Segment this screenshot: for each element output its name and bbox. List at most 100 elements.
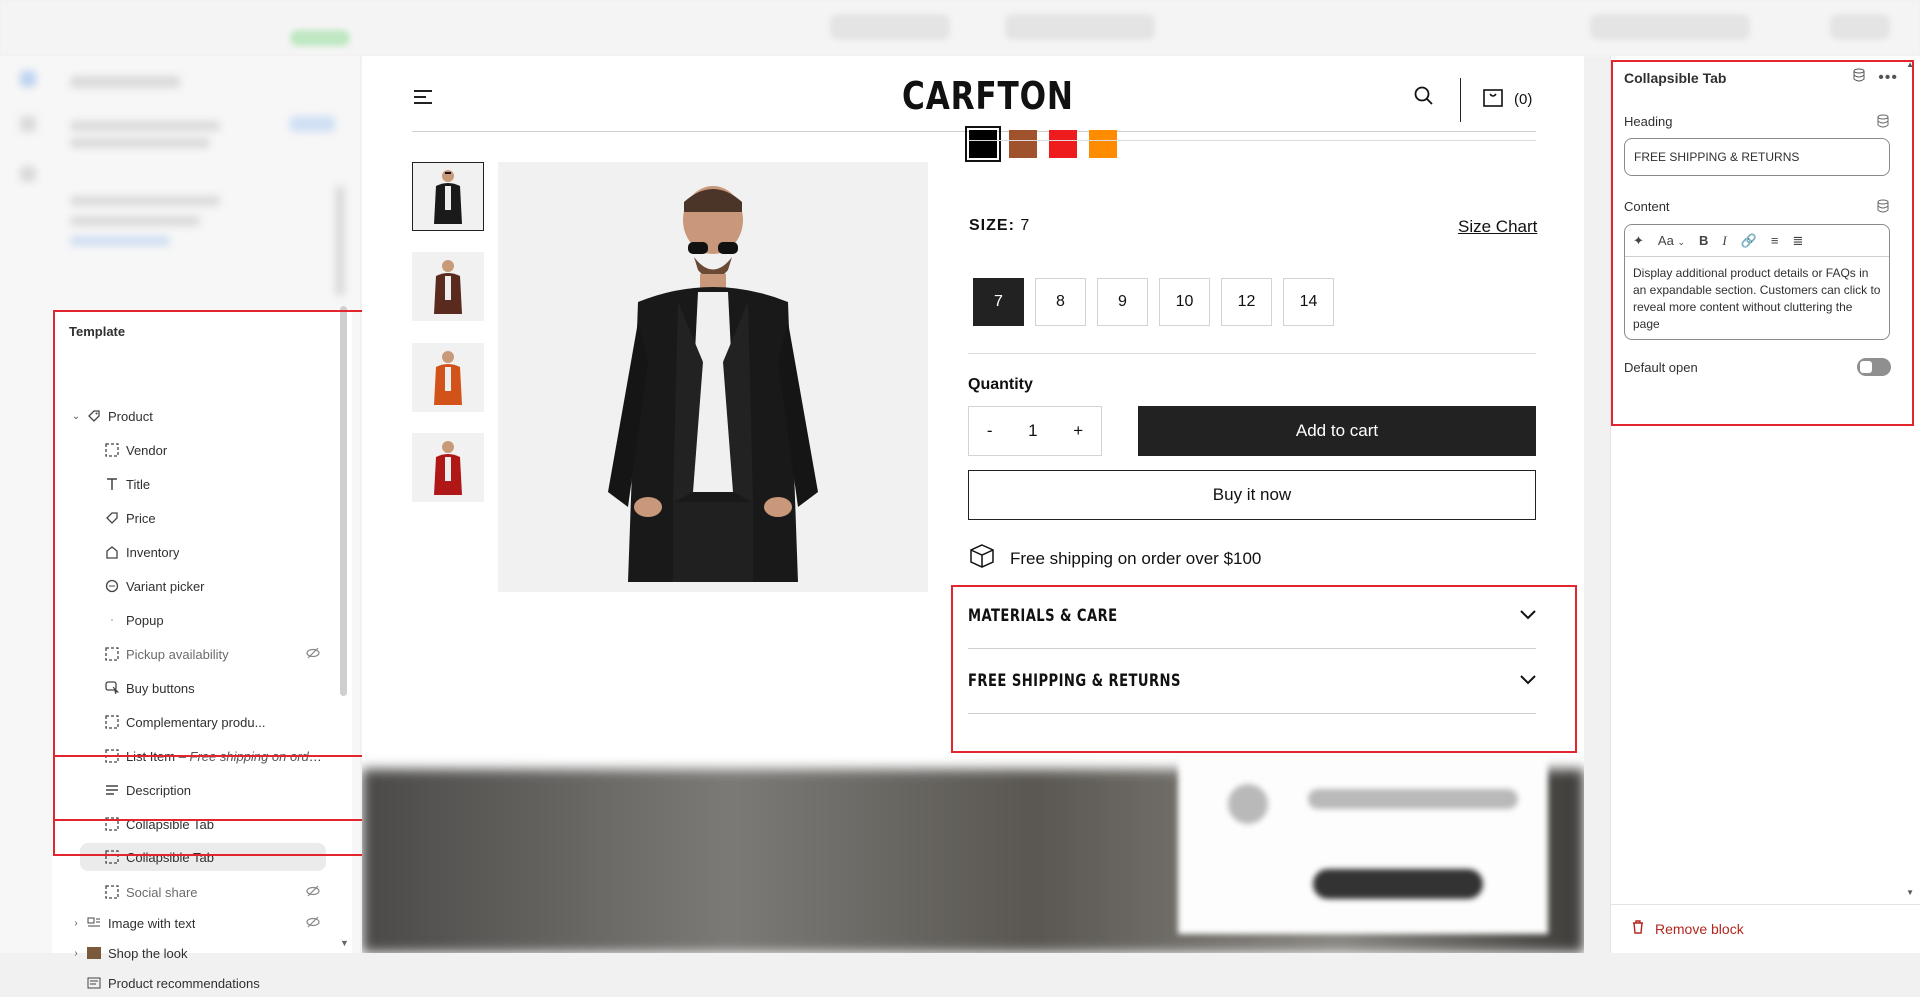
sidebar-scrollbar[interactable] <box>340 306 347 696</box>
top-pill[interactable] <box>1590 14 1750 40</box>
chevron-right-icon[interactable]: › <box>70 948 82 959</box>
tree-item-product[interactable]: ⌄ Product <box>70 402 330 430</box>
tree-item-popup[interactable]: Popup <box>104 606 320 634</box>
size-option[interactable]: 7 <box>973 278 1024 326</box>
tree-item-price[interactable]: Price <box>104 504 320 532</box>
italic-icon[interactable]: I <box>1722 233 1726 249</box>
accordion-tab[interactable]: FREE SHIPPING & RETURNS <box>968 649 1536 714</box>
tree-item-label: Title <box>126 476 151 492</box>
tree-item-variant-picker[interactable]: Variant picker <box>104 572 320 600</box>
accordion-tab[interactable]: MATERIALS & CARE <box>968 584 1536 649</box>
tree-item-label: Variant picker <box>126 578 205 594</box>
tree-item-image-with-text[interactable]: › Image with text <box>70 909 320 937</box>
tree-item-shop-the-look[interactable]: › Shop the look <box>70 939 320 967</box>
tree-item-label: List Item <box>125 748 176 764</box>
more-icon[interactable]: ••• <box>1878 69 1898 87</box>
store-header: CARFTON (0) <box>362 56 1584 132</box>
eye-hidden-icon[interactable] <box>306 915 320 932</box>
dynamic-source-icon[interactable] <box>1876 114 1890 133</box>
chevron-down-icon <box>1520 607 1536 625</box>
store-logo[interactable]: CARFTON <box>902 74 1074 118</box>
variant-icon <box>104 578 120 594</box>
accordion-title: MATERIALS & CARE <box>968 606 1118 626</box>
scroll-down-arrow[interactable]: ▼ <box>340 938 349 948</box>
link-icon[interactable]: 🔗 <box>1741 233 1757 249</box>
eye-hidden-icon[interactable] <box>306 884 320 901</box>
sparkle-icon[interactable]: ✦ <box>1633 233 1644 249</box>
block-icon <box>104 748 120 764</box>
search-icon[interactable] <box>1414 86 1434 111</box>
database-icon[interactable] <box>1852 68 1866 87</box>
product-thumbnail[interactable] <box>412 343 484 412</box>
menu-icon[interactable] <box>414 90 432 108</box>
eye-hidden-icon[interactable] <box>306 646 320 663</box>
size-option[interactable]: 9 <box>1097 278 1148 326</box>
product-thumbnail[interactable] <box>412 252 484 321</box>
scroll-down-arrow[interactable]: ▼ <box>1906 888 1914 897</box>
product-main-image[interactable] <box>498 162 928 592</box>
color-swatch-red[interactable] <box>1049 130 1077 158</box>
color-swatch-brown[interactable] <box>1009 130 1037 158</box>
divider <box>968 140 1536 141</box>
size-options: 7 8 9 10 12 14 <box>973 278 1334 326</box>
heading-input[interactable]: FREE SHIPPING & RETURNS <box>1624 138 1890 176</box>
top-bar <box>0 0 1920 56</box>
tree-item-label: Collapsible Tab <box>126 849 214 865</box>
chevron-down-icon[interactable]: ⌄ <box>70 411 82 422</box>
qty-value[interactable]: 1 <box>1028 421 1037 441</box>
tree-item-description[interactable]: Description <box>104 776 320 804</box>
tree-item-product-recommendations[interactable]: Product recommendations <box>86 969 320 997</box>
image-thumb-icon <box>86 945 102 961</box>
cart-button[interactable]: (0) <box>1482 86 1532 112</box>
content-text[interactable]: Display additional product details or FA… <box>1625 257 1889 339</box>
top-pill[interactable] <box>830 14 950 40</box>
left-sidebar: Template ⌄ Product Vendor Title Price In… <box>0 56 360 991</box>
tree-item-title[interactable]: Title <box>104 470 320 498</box>
tree-item-social-share[interactable]: Social share <box>104 878 320 906</box>
tree-item-complementary-products[interactable]: Complementary produ... <box>104 708 320 736</box>
tree-item-vendor[interactable]: Vendor <box>104 436 320 464</box>
scroll-up-arrow[interactable]: ▲ <box>1906 60 1914 69</box>
block-icon <box>104 816 120 832</box>
remove-block-button[interactable]: Remove block <box>1631 920 1744 937</box>
trash-icon <box>1631 920 1645 937</box>
chevron-right-icon[interactable]: › <box>70 918 82 929</box>
size-chart-link[interactable]: Size Chart <box>1458 217 1537 237</box>
bullet-list-icon[interactable]: ≡ <box>1771 233 1779 248</box>
tree-item-label: Pickup availability <box>126 646 229 662</box>
default-open-toggle[interactable] <box>1857 358 1891 376</box>
color-swatch-black[interactable] <box>965 126 1001 162</box>
top-pill[interactable] <box>1005 14 1155 40</box>
tree-item-pickup-availability[interactable]: Pickup availability <box>104 640 320 668</box>
tree-item-collapsible-tab-selected[interactable]: Collapsible Tab <box>80 843 326 871</box>
add-to-cart-button[interactable]: Add to cart <box>1138 406 1536 456</box>
product-thumbnail[interactable] <box>412 433 484 502</box>
tree-item-collapsible-tab[interactable]: Collapsible Tab <box>104 810 320 838</box>
color-swatch-orange[interactable] <box>1089 130 1117 158</box>
content-editor[interactable]: ✦ Aa ⌄ B I 🔗 ≡ ≣ Display additional prod… <box>1624 224 1890 340</box>
tree-item-list-item[interactable]: List Item – Free shipping on orde... <box>104 742 326 770</box>
qty-plus-button[interactable]: + <box>1073 421 1083 441</box>
panel-title: Collapsible Tab <box>1624 70 1727 86</box>
product-thumbnail[interactable] <box>412 162 484 231</box>
size-option[interactable]: 8 <box>1035 278 1086 326</box>
tree-item-label: Description <box>126 782 192 798</box>
size-option[interactable]: 10 <box>1159 278 1210 326</box>
divider <box>1611 904 1920 905</box>
size-option[interactable]: 12 <box>1221 278 1272 326</box>
top-pill[interactable] <box>1830 14 1890 40</box>
size-option[interactable]: 14 <box>1283 278 1334 326</box>
font-size-button[interactable]: Aa ⌄ <box>1658 233 1685 248</box>
block-icon <box>104 646 120 662</box>
tree-item-inventory[interactable]: Inventory <box>104 538 320 566</box>
qty-minus-button[interactable]: - <box>987 421 993 441</box>
bold-icon[interactable]: B <box>1699 233 1708 248</box>
tree-item-label: Social share <box>126 884 198 900</box>
dynamic-source-icon[interactable] <box>1876 199 1890 218</box>
buy-now-button[interactable]: Buy it now <box>968 470 1536 520</box>
tree-item-buy-buttons[interactable]: Buy buttons <box>104 674 320 702</box>
accordion-title: FREE SHIPPING & RETURNS <box>968 671 1181 691</box>
text-icon <box>104 476 120 492</box>
settings-panel: Collapsible Tab ••• Heading FREE SHIPPIN… <box>1610 56 1920 953</box>
numbered-list-icon[interactable]: ≣ <box>1793 233 1804 249</box>
